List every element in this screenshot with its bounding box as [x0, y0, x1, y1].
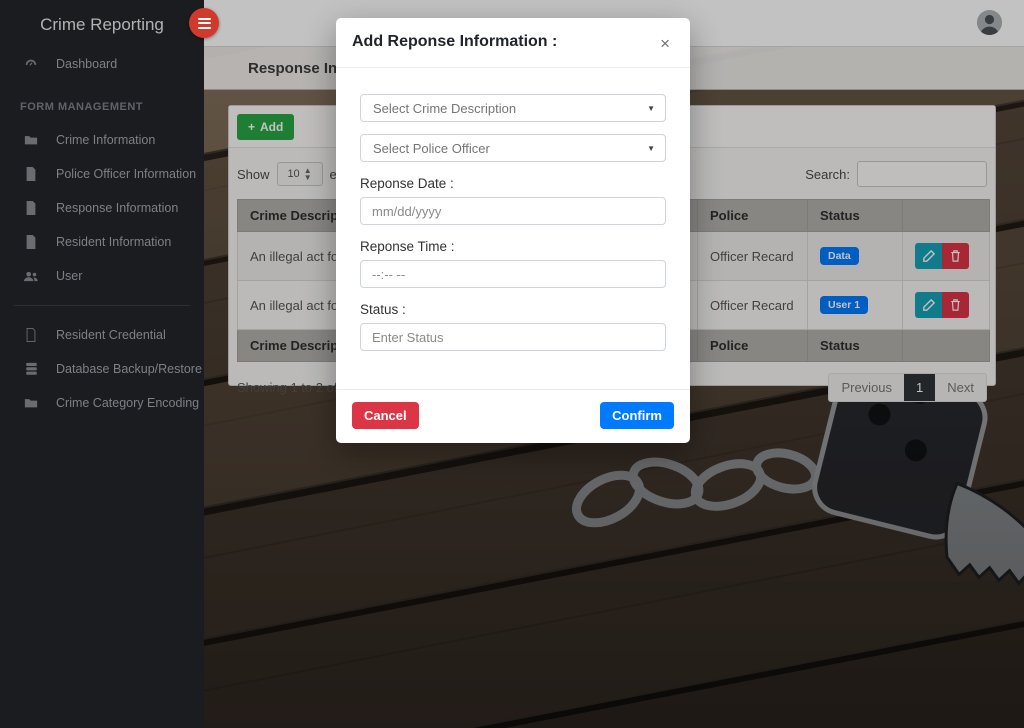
- response-date-label: Reponse Date :: [360, 176, 454, 191]
- cancel-button[interactable]: Cancel: [352, 402, 419, 429]
- modal-footer: Cancel Confirm: [336, 389, 690, 443]
- crime-description-select[interactable]: Select Crime Description ▼: [360, 94, 666, 122]
- confirm-button[interactable]: Confirm: [600, 402, 674, 429]
- modal-header: Add Reponse Information : ×: [336, 18, 690, 68]
- chevron-down-icon: ▼: [647, 144, 655, 153]
- status-input[interactable]: [360, 323, 666, 351]
- close-icon[interactable]: ×: [656, 33, 674, 54]
- response-time-input[interactable]: [360, 260, 666, 288]
- police-officer-select[interactable]: Select Police Officer ▼: [360, 134, 666, 162]
- sidebar-toggle-button[interactable]: [189, 8, 219, 38]
- modal-title: Add Reponse Information :: [352, 33, 558, 50]
- status-label: Status :: [360, 302, 406, 317]
- modal-body: Select Crime Description ▼ Select Police…: [336, 68, 690, 389]
- add-response-modal: Add Reponse Information : × Select Crime…: [336, 18, 690, 443]
- app-root: Crime Reporting Dashboard FORM MANAGEMEN…: [0, 0, 1024, 728]
- chevron-down-icon: ▼: [647, 104, 655, 113]
- response-time-label: Reponse Time :: [360, 239, 455, 254]
- hamburger-icon: [197, 17, 211, 20]
- response-date-input[interactable]: [360, 197, 666, 225]
